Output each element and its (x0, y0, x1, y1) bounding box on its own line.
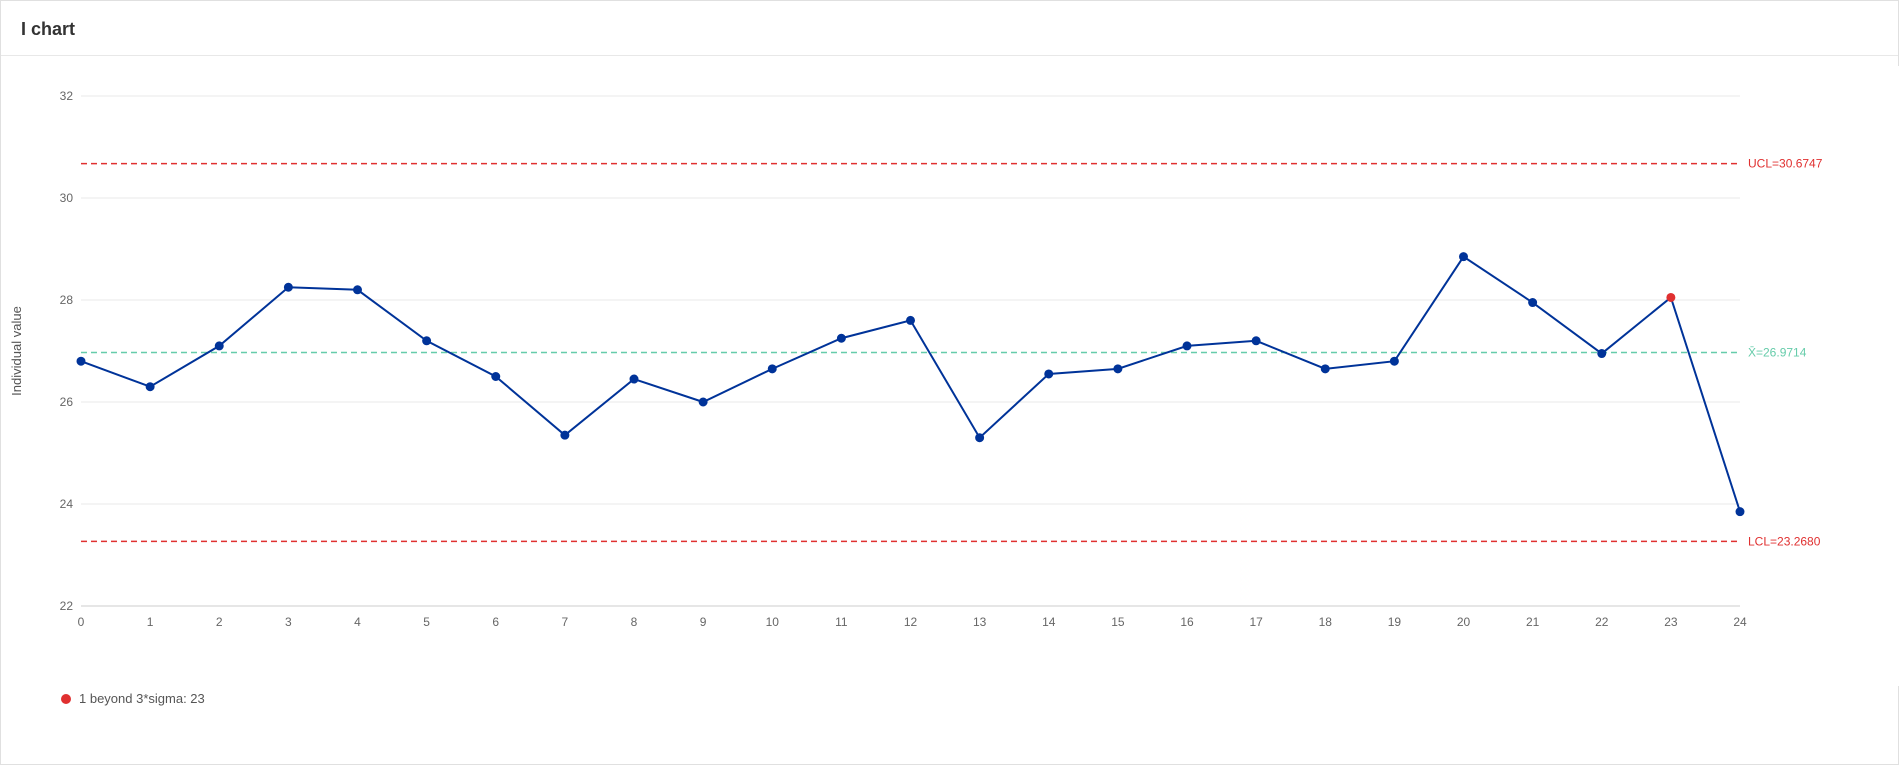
svg-text:15: 15 (1111, 615, 1125, 629)
svg-text:24: 24 (1733, 615, 1747, 629)
svg-text:30: 30 (60, 191, 74, 205)
svg-text:UCL=30.6747: UCL=30.6747 (1748, 157, 1823, 171)
svg-text:1: 1 (147, 615, 154, 629)
svg-text:X̄=26.9714: X̄=26.9714 (1748, 345, 1807, 359)
legend-dot (61, 694, 71, 704)
svg-text:26: 26 (60, 395, 74, 409)
svg-text:10: 10 (766, 615, 780, 629)
svg-text:22: 22 (60, 599, 74, 613)
svg-text:9: 9 (700, 615, 707, 629)
chart-container: I chart ⇩ 222426283032012345678910111213… (0, 0, 1899, 765)
svg-text:3: 3 (285, 615, 292, 629)
svg-text:8: 8 (631, 615, 638, 629)
svg-text:21: 21 (1526, 615, 1540, 629)
svg-text:18: 18 (1319, 615, 1333, 629)
svg-text:7: 7 (562, 615, 569, 629)
svg-text:Individual value: Individual value (9, 306, 24, 396)
svg-text:13: 13 (973, 615, 987, 629)
svg-text:32: 32 (60, 89, 74, 103)
svg-text:12: 12 (904, 615, 918, 629)
svg-text:22: 22 (1595, 615, 1609, 629)
svg-text:23: 23 (1664, 615, 1678, 629)
svg-text:0: 0 (78, 615, 85, 629)
svg-text:28: 28 (60, 293, 74, 307)
svg-text:5: 5 (423, 615, 430, 629)
svg-text:17: 17 (1249, 615, 1263, 629)
svg-text:14: 14 (1042, 615, 1056, 629)
svg-text:4: 4 (354, 615, 361, 629)
svg-text:24: 24 (60, 497, 74, 511)
chart-title: I chart (1, 11, 1898, 56)
legend-area: 1 beyond 3*sigma: 23 (61, 691, 205, 706)
svg-text:16: 16 (1180, 615, 1194, 629)
svg-text:11: 11 (835, 615, 848, 629)
legend-text: 1 beyond 3*sigma: 23 (79, 691, 205, 706)
chart-area: ⇩ 22242628303201234567891011121314151617… (1, 56, 1898, 716)
svg-text:2: 2 (216, 615, 223, 629)
svg-text:20: 20 (1457, 615, 1471, 629)
svg-text:LCL=23.2680: LCL=23.2680 (1748, 534, 1821, 548)
svg-text:19: 19 (1388, 615, 1402, 629)
svg-text:6: 6 (492, 615, 499, 629)
